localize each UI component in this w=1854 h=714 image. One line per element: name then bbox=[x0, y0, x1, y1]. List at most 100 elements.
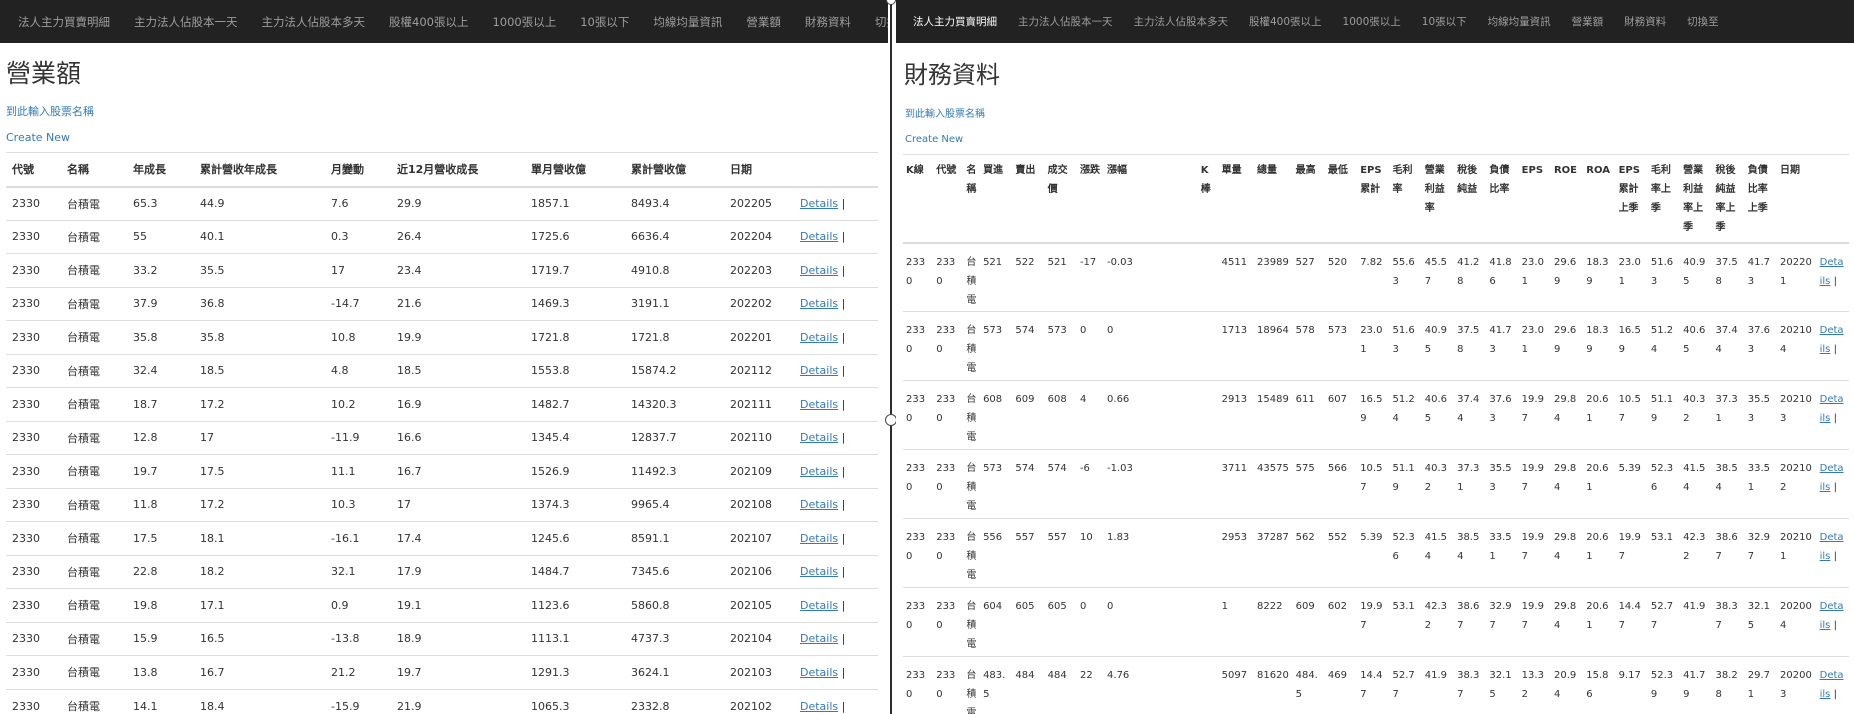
nav-capital-one-day[interactable]: 主力法人佔股本一天 bbox=[134, 14, 238, 30]
details-link[interactable]: Details bbox=[1820, 670, 1844, 700]
table-cell: 2330 bbox=[6, 688, 61, 714]
details-link[interactable]: Details bbox=[800, 264, 838, 277]
details-link[interactable]: Details bbox=[800, 297, 838, 310]
table-cell: 557 bbox=[1012, 518, 1045, 588]
details-link[interactable]: Details bbox=[1820, 257, 1844, 287]
table-cell: 台積電 bbox=[61, 588, 127, 622]
nav-holders-400[interactable]: 股權400張以上 bbox=[1249, 14, 1322, 29]
details-link[interactable]: Details bbox=[1820, 463, 1844, 493]
stock-search-link[interactable]: 到此輸入股票名稱 bbox=[6, 103, 888, 119]
table-cell: 1291.3 bbox=[525, 655, 625, 689]
link-separator: | bbox=[841, 632, 846, 646]
details-link[interactable]: Details bbox=[800, 398, 838, 411]
nav-institutional-trades[interactable]: 法人主力買賣明細 bbox=[18, 14, 110, 30]
create-new-link[interactable]: Create New bbox=[905, 134, 1854, 145]
details-link[interactable]: Details bbox=[1820, 325, 1844, 355]
details-link[interactable]: Details bbox=[1820, 394, 1844, 424]
column-header: 近12月營收成長 bbox=[391, 152, 525, 188]
create-new-link[interactable]: Create New bbox=[6, 131, 888, 144]
table-cell bbox=[1197, 518, 1219, 588]
nav-revenue[interactable]: 營業額 bbox=[1572, 14, 1604, 29]
table-cell: 521 bbox=[1044, 242, 1077, 312]
nav-capital-multi-day[interactable]: 主力法人佔股本多天 bbox=[1134, 14, 1229, 29]
table-cell: 52.77 bbox=[1647, 587, 1681, 657]
nav-holders-1000[interactable]: 1000張以上 bbox=[492, 14, 556, 30]
table-cell: 51.63 bbox=[1647, 242, 1681, 312]
table-cell: 1725.6 bbox=[525, 219, 625, 254]
details-link[interactable]: Details bbox=[800, 565, 838, 578]
nav-capital-one-day[interactable]: 主力法人佔股本一天 bbox=[1018, 14, 1113, 29]
table-cell: 16.5 bbox=[194, 621, 325, 656]
table-cell: 41.86 bbox=[1486, 242, 1519, 312]
link-separator: | bbox=[1833, 482, 1837, 493]
row-actions: Details | bbox=[794, 186, 878, 220]
nav-financials[interactable]: 財務資料 bbox=[805, 14, 851, 30]
table-cell: 0.66 bbox=[1104, 380, 1198, 450]
nav-holders-10[interactable]: 10張以下 bbox=[580, 14, 629, 30]
details-link[interactable]: Details bbox=[1820, 601, 1844, 631]
table-cell: 1113.1 bbox=[525, 621, 625, 656]
nav-institutional-trades[interactable]: 法人主力買賣明細 bbox=[913, 14, 997, 29]
nav-switch[interactable]: 切換至 bbox=[1687, 14, 1719, 29]
details-link[interactable]: Details bbox=[800, 498, 838, 511]
table-cell: 14.47 bbox=[1357, 656, 1390, 714]
link-separator: | bbox=[1833, 551, 1837, 562]
column-header: K棒 bbox=[1197, 154, 1219, 244]
table-cell: 2330 bbox=[6, 219, 61, 254]
table-cell: 12.8 bbox=[127, 420, 194, 455]
divider-handle-top[interactable] bbox=[886, 0, 896, 5]
table-cell: 202103 bbox=[724, 655, 794, 689]
table-cell: 37.31 bbox=[1712, 380, 1745, 450]
details-link[interactable]: Details bbox=[800, 431, 838, 444]
column-header: 漲跌 bbox=[1076, 154, 1105, 244]
table-cell: 1857.1 bbox=[525, 186, 625, 220]
nav-financials[interactable]: 財務資料 bbox=[1624, 14, 1666, 29]
table-cell: 608 bbox=[1044, 380, 1077, 450]
details-link[interactable]: Details bbox=[1820, 532, 1844, 562]
details-link[interactable]: Details bbox=[800, 666, 838, 679]
table-cell: 51.19 bbox=[1389, 449, 1422, 519]
table-cell: 552 bbox=[1324, 518, 1358, 588]
table-cell: -14.7 bbox=[325, 286, 391, 321]
details-link[interactable]: Details bbox=[800, 532, 838, 545]
table-cell: 40.65 bbox=[1680, 311, 1713, 381]
table-row: 2330 台積電 15.9 16.5 -13.8 18.9 1113.1 4737.3 2021… bbox=[6, 621, 878, 656]
nav-switch[interactable]: 切換至 bbox=[875, 14, 888, 30]
details-link[interactable]: Details bbox=[800, 331, 838, 344]
details-link[interactable]: Details bbox=[800, 465, 838, 478]
table-cell: 10.2 bbox=[325, 387, 391, 421]
table-cell: 602 bbox=[1324, 587, 1358, 657]
table-cell: 202102 bbox=[724, 688, 794, 714]
table-cell: 202203 bbox=[724, 253, 794, 287]
details-link[interactable]: Details bbox=[800, 364, 838, 377]
row-actions: Details | bbox=[1816, 449, 1849, 519]
nav-capital-multi-day[interactable]: 主力法人佔股本多天 bbox=[262, 14, 366, 30]
table-cell: 8493.4 bbox=[625, 186, 724, 220]
column-header: 名稱 bbox=[61, 152, 127, 188]
split-divider[interactable] bbox=[885, 0, 897, 714]
nav-moving-average[interactable]: 均線均量資訊 bbox=[1488, 14, 1551, 29]
table-cell: 469 bbox=[1324, 656, 1358, 714]
table-cell: 18.5 bbox=[194, 353, 325, 388]
details-link[interactable]: Details bbox=[800, 599, 838, 612]
table-cell: 38.37 bbox=[1454, 656, 1487, 714]
table-cell: 17.1 bbox=[194, 588, 325, 622]
nav-revenue[interactable]: 營業額 bbox=[746, 14, 781, 30]
table-cell: 台積電 bbox=[61, 286, 127, 321]
column-header: 成交價 bbox=[1044, 154, 1077, 244]
table-cell bbox=[1197, 587, 1219, 657]
details-link[interactable]: Details bbox=[800, 197, 838, 210]
details-link[interactable]: Details bbox=[800, 632, 838, 645]
nav-holders-10[interactable]: 10張以下 bbox=[1422, 14, 1467, 29]
table-cell: 13.32 bbox=[1518, 656, 1551, 714]
stock-search-link[interactable]: 到此輸入股票名稱 bbox=[905, 105, 1854, 120]
table-cell: 53.1 bbox=[1389, 587, 1422, 657]
details-link[interactable]: Details bbox=[800, 230, 838, 243]
nav-holders-1000[interactable]: 1000張以上 bbox=[1343, 14, 1401, 29]
details-link[interactable]: Details bbox=[800, 700, 838, 713]
nav-holders-400[interactable]: 股權400張以上 bbox=[389, 14, 468, 30]
table-cell: 202103 bbox=[1777, 380, 1817, 450]
nav-moving-average[interactable]: 均線均量資訊 bbox=[653, 14, 722, 30]
table-cell: 2330 bbox=[6, 554, 61, 589]
link-separator: | bbox=[841, 230, 846, 244]
